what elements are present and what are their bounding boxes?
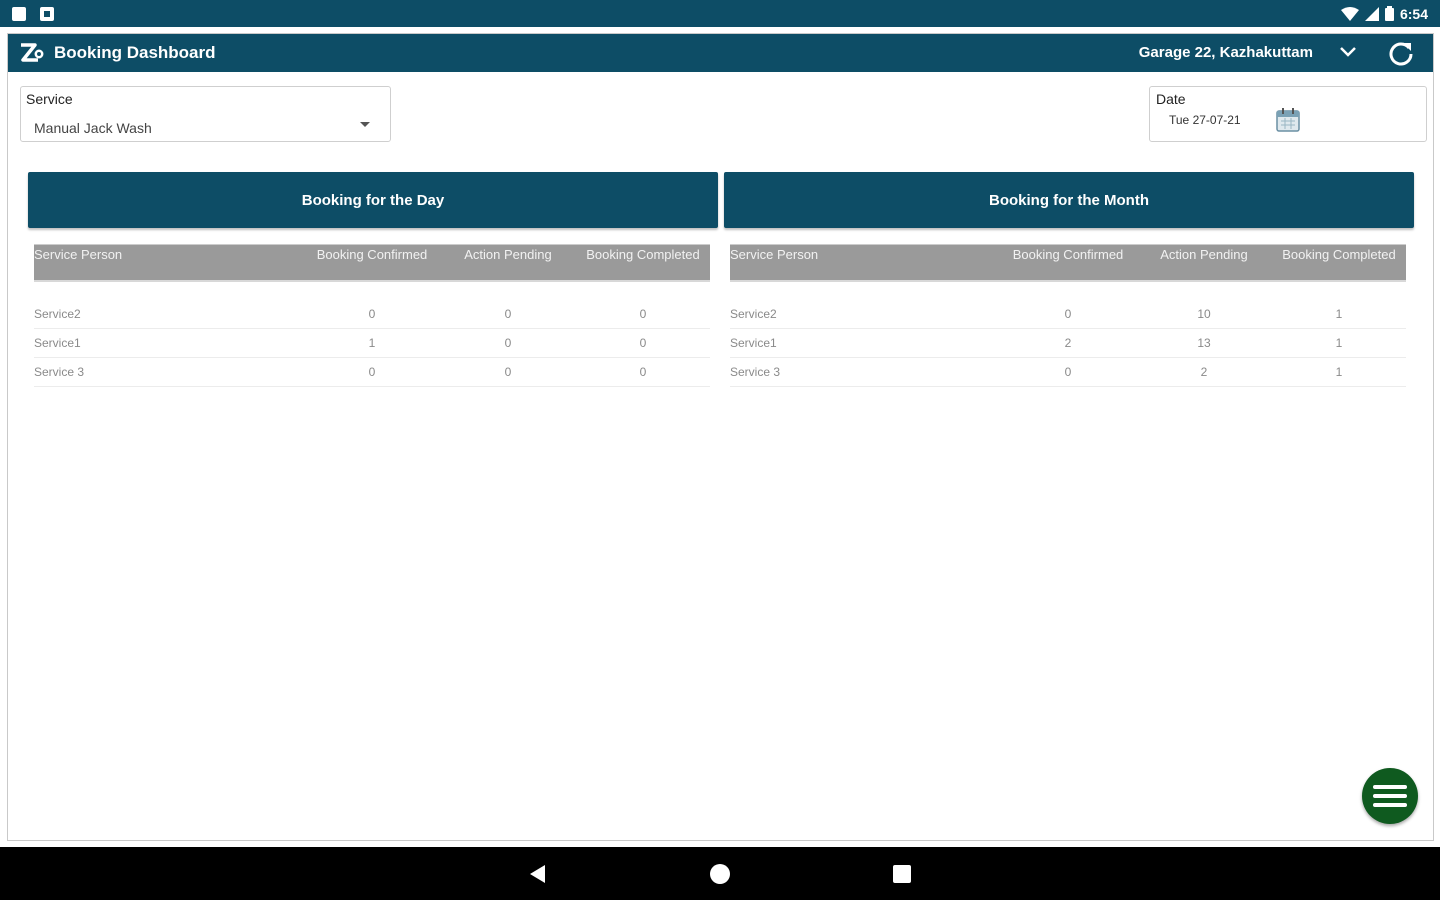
table-row[interactable]: Service 3 0 0 0 bbox=[34, 358, 710, 387]
table-row[interactable]: Service 3 0 2 1 bbox=[730, 358, 1406, 387]
column-header: Booking Confirmed bbox=[316, 247, 428, 262]
app-bar: Booking Dashboard Garage 22, Kazhakuttam bbox=[8, 34, 1433, 72]
cell-signal-icon bbox=[1364, 6, 1379, 21]
cell-person: Service 3 bbox=[34, 365, 85, 379]
dropdown-caret-icon bbox=[360, 122, 370, 127]
date-label: Date bbox=[1156, 91, 1186, 107]
cell-completed: 0 bbox=[639, 307, 647, 321]
battery-icon bbox=[1384, 6, 1394, 21]
table-row[interactable]: Service1 1 0 0 bbox=[34, 329, 710, 358]
cell-person: Service1 bbox=[34, 336, 81, 350]
cell-completed: 1 bbox=[1335, 365, 1343, 379]
wifi-icon bbox=[1340, 6, 1359, 21]
cell-confirmed: 0 bbox=[1064, 307, 1072, 321]
cell-pending: 13 bbox=[1197, 336, 1211, 350]
system-nav-bar bbox=[0, 847, 1440, 900]
cell-person: Service2 bbox=[730, 307, 777, 321]
cell-confirmed: 2 bbox=[1064, 336, 1072, 350]
calendar-icon[interactable] bbox=[1275, 107, 1301, 133]
cell-person: Service1 bbox=[730, 336, 777, 350]
cell-completed: 1 bbox=[1335, 307, 1343, 321]
service-label: Service bbox=[26, 91, 73, 107]
garage-selector[interactable]: Garage 22, Kazhakuttam bbox=[1139, 44, 1313, 61]
page-title: Booking Dashboard bbox=[54, 43, 216, 62]
column-header: Booking Completed bbox=[586, 247, 700, 262]
menu-icon bbox=[1373, 785, 1407, 789]
table-header: Service Person Booking Confirmed Action … bbox=[730, 244, 1406, 282]
cell-completed: 1 bbox=[1335, 336, 1343, 350]
day-panel: Booking for the Day Service Person Booki… bbox=[28, 172, 718, 387]
column-header: Service Person bbox=[34, 247, 123, 262]
service-value: Manual Jack Wash bbox=[34, 120, 152, 136]
app-logo-icon bbox=[21, 43, 44, 62]
sim-icon bbox=[12, 6, 26, 21]
cell-confirmed: 0 bbox=[1064, 365, 1072, 379]
table-header: Service Person Booking Confirmed Action … bbox=[34, 244, 710, 282]
cell-person: Service 3 bbox=[730, 365, 781, 379]
chevron-down-icon[interactable] bbox=[1339, 45, 1357, 59]
cell-pending: 2 bbox=[1200, 365, 1208, 379]
day-table: Service Person Booking Confirmed Action … bbox=[34, 244, 710, 387]
status-time: 6:54 bbox=[1399, 5, 1428, 22]
cell-completed: 0 bbox=[639, 365, 647, 379]
day-panel-header[interactable]: Booking for the Day bbox=[28, 172, 718, 228]
cell-confirmed: 0 bbox=[368, 307, 376, 321]
cell-pending: 0 bbox=[504, 365, 512, 379]
recent-apps-icon[interactable] bbox=[893, 865, 911, 883]
table-row[interactable]: Service1 2 13 1 bbox=[730, 329, 1406, 358]
cell-pending: 10 bbox=[1197, 307, 1211, 321]
column-header: Action Pending bbox=[1160, 247, 1248, 262]
service-select[interactable]: Service Manual Jack Wash bbox=[20, 86, 391, 142]
back-icon[interactable] bbox=[530, 865, 545, 883]
month-table: Service Person Booking Confirmed Action … bbox=[730, 244, 1406, 387]
table-row[interactable]: Service2 0 0 0 bbox=[34, 300, 710, 329]
column-header: Booking Completed bbox=[1282, 247, 1396, 262]
cell-pending: 0 bbox=[504, 307, 512, 321]
app-frame: Booking Dashboard Garage 22, Kazhakuttam… bbox=[7, 33, 1434, 841]
month-panel-header[interactable]: Booking for the Month bbox=[724, 172, 1414, 228]
cell-pending: 0 bbox=[504, 336, 512, 350]
cell-person: Service2 bbox=[34, 307, 81, 321]
cell-confirmed: 1 bbox=[368, 336, 376, 350]
notification-icon bbox=[40, 6, 54, 21]
date-value: Tue 27-07-21 bbox=[1169, 113, 1241, 127]
menu-fab-button[interactable] bbox=[1362, 768, 1418, 824]
cell-confirmed: 0 bbox=[368, 365, 376, 379]
column-header: Booking Confirmed bbox=[1012, 247, 1124, 262]
refresh-icon[interactable] bbox=[1387, 39, 1415, 67]
status-bar: 6:54 bbox=[0, 0, 1440, 27]
column-header: Action Pending bbox=[464, 247, 552, 262]
table-row[interactable]: Service2 0 10 1 bbox=[730, 300, 1406, 329]
home-icon[interactable] bbox=[710, 864, 730, 884]
date-picker[interactable]: Date Tue 27-07-21 bbox=[1149, 86, 1427, 142]
column-header: Service Person bbox=[730, 247, 819, 262]
month-panel: Booking for the Month Service Person Boo… bbox=[724, 172, 1414, 387]
cell-completed: 0 bbox=[639, 336, 647, 350]
